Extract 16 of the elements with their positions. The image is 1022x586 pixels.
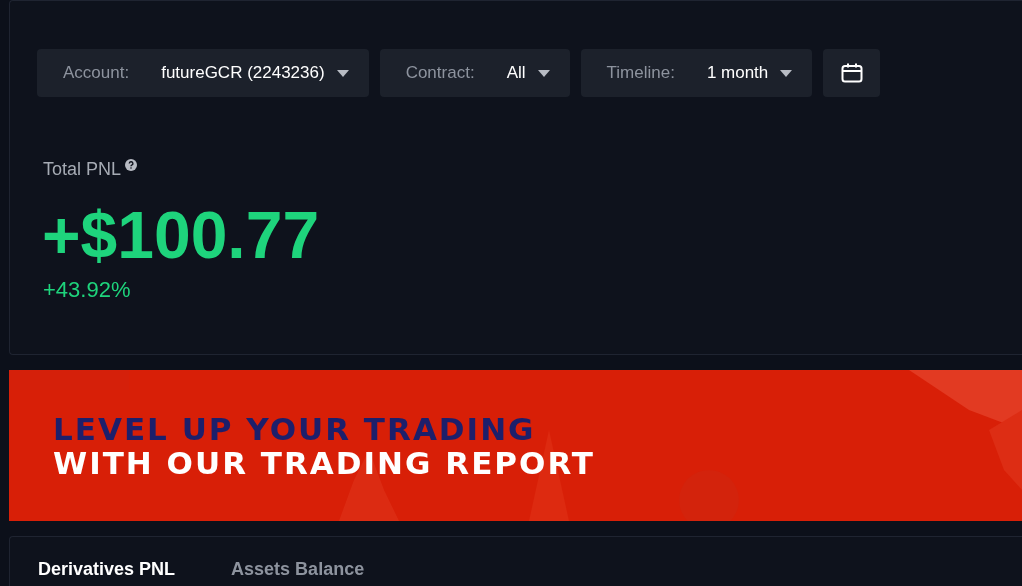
tab[interactable]: Assets Balance (231, 559, 365, 580)
dropdown[interactable]: Account: futureGCR (2243236) (37, 49, 369, 97)
dropdown[interactable]: Contract: All (379, 49, 570, 97)
caret-icon (537, 69, 550, 77)
caret-icon (780, 69, 793, 77)
banner-subheadline: WITH OUR TRADING REPORT (53, 447, 596, 481)
pnl-percent: +43.92% (42, 277, 132, 303)
caret-icon (336, 69, 349, 77)
calendar-icon (840, 63, 863, 83)
dropdown[interactable]: Timeline: 1 month (580, 49, 813, 97)
pnl-amount: +$100.77 (41, 197, 321, 273)
calendar-button[interactable] (823, 49, 881, 97)
tab[interactable]: Derivatives PNL (38, 559, 176, 580)
banner-headline: LEVEL UP YOUR TRADING (53, 413, 537, 447)
total-pnl-label: Total PNL (43, 159, 122, 180)
help-icon[interactable] (125, 159, 138, 171)
